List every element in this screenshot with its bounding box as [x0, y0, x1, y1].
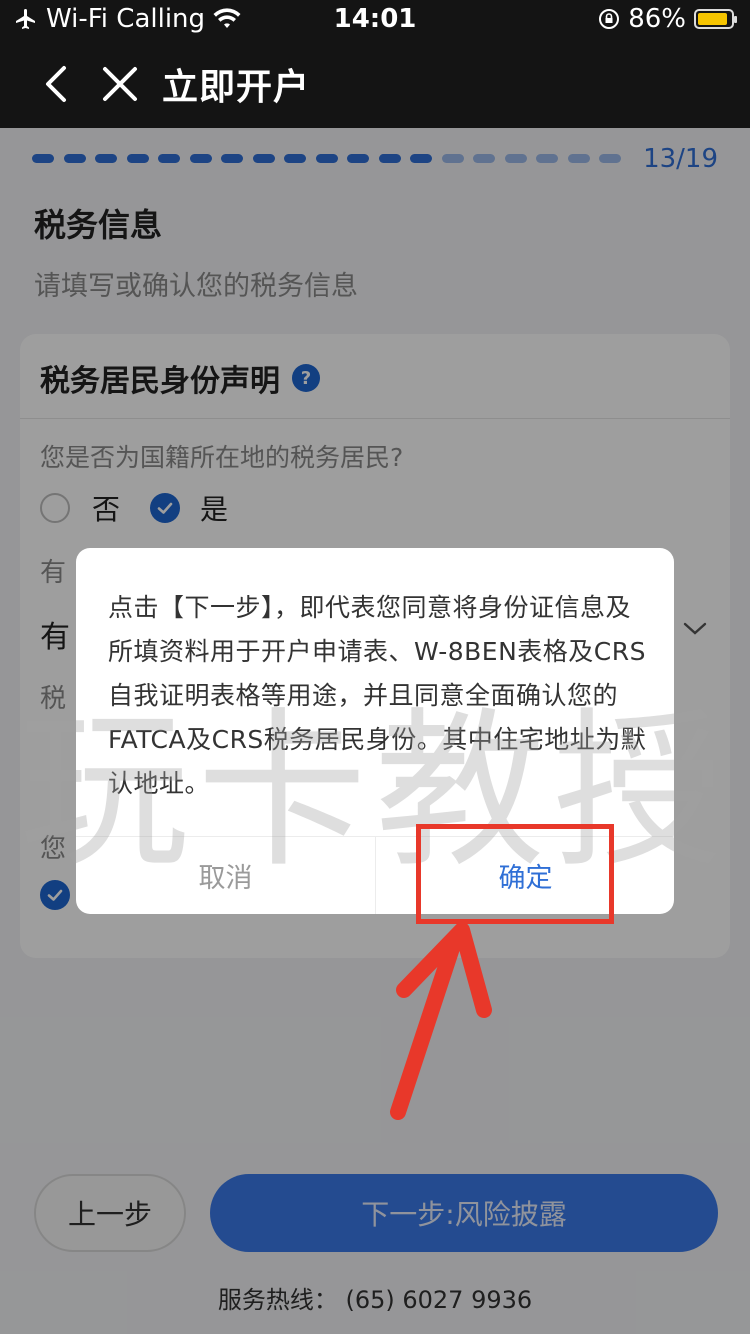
orientation-lock-icon	[599, 9, 620, 29]
close-icon[interactable]	[100, 64, 140, 104]
status-bar: Wi-Fi Calling 14:01 86%	[0, 0, 750, 40]
nav-bar: 立即开户	[0, 40, 750, 128]
battery-percent: 86%	[628, 4, 686, 34]
back-chevron-icon[interactable]	[38, 62, 78, 106]
page-title: 立即开户	[162, 67, 311, 108]
battery-icon	[694, 9, 737, 29]
annotation-arrow-icon	[390, 922, 492, 1120]
watermark: 玩卡教授	[18, 693, 731, 891]
annotation-highlight-box	[416, 824, 614, 924]
status-right: 86%	[598, 4, 737, 34]
